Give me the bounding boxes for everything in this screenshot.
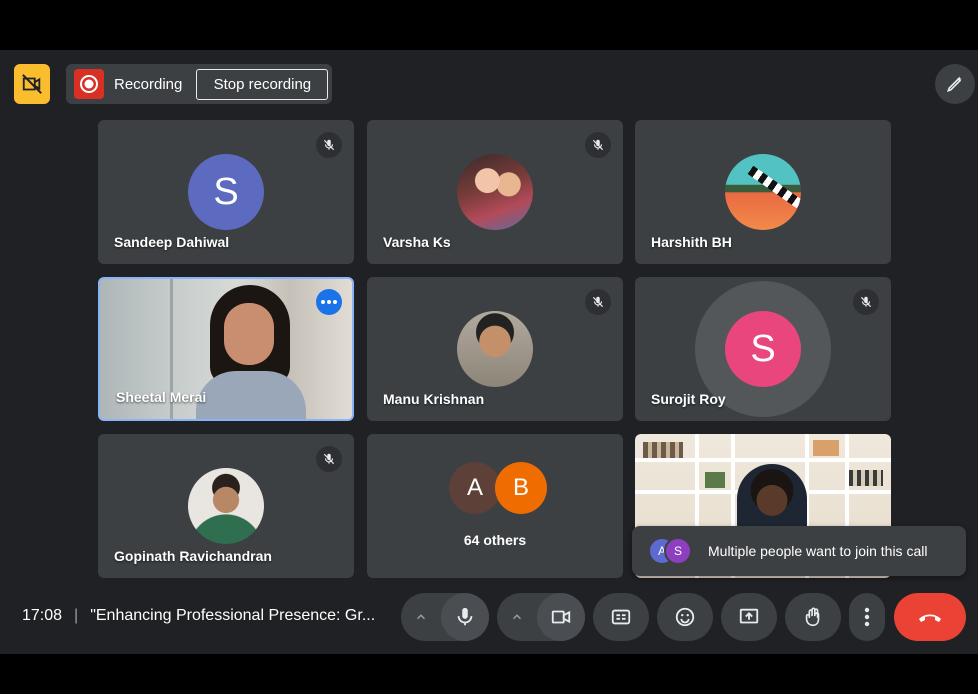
mic-off-icon <box>316 132 342 158</box>
participant-tile[interactable]: S Surojit Roy <box>635 277 891 421</box>
more-icon[interactable] <box>316 289 342 315</box>
participant-tile[interactable]: S Sandeep Dahiwal <box>98 120 354 264</box>
others-tile[interactable]: A B 64 others <box>367 434 623 578</box>
participant-tile-active[interactable]: Sheetal Merai <box>98 277 354 421</box>
reactions-button[interactable] <box>657 593 713 641</box>
edit-icon <box>945 74 965 94</box>
avatar <box>457 311 533 387</box>
participant-name: Harshith BH <box>651 234 732 250</box>
camera-off-badge[interactable] <box>14 64 50 104</box>
mic-off-icon <box>316 446 342 472</box>
raise-hand-button[interactable] <box>785 593 841 641</box>
more-vert-icon <box>864 607 870 627</box>
participant-name: Sheetal Merai <box>116 389 207 405</box>
participant-name: Sandeep Dahiwal <box>114 234 230 250</box>
camera-options-button[interactable] <box>497 593 537 641</box>
more-options-button[interactable] <box>849 593 885 641</box>
join-request-notification[interactable]: A S Multiple people want to join this ca… <box>632 526 966 576</box>
participant-tile[interactable]: Varsha Ks <box>367 120 623 264</box>
recording-label: Recording <box>114 75 183 93</box>
avatar <box>725 154 801 230</box>
others-avatars: A B <box>449 462 559 514</box>
camera-button[interactable] <box>537 593 585 641</box>
participant-name: Manu Krishnan <box>383 391 485 407</box>
mic-button[interactable] <box>441 593 489 641</box>
participant-name: Varsha Ks <box>383 234 451 250</box>
mic-off-icon <box>585 289 611 315</box>
mic-options-button[interactable] <box>401 593 441 641</box>
present-icon <box>738 606 760 628</box>
requester-avatars: A S <box>648 537 694 565</box>
participant-video <box>196 285 306 419</box>
meeting-info: 17:08 | "Enhancing Professional Presence… <box>22 607 375 625</box>
leave-call-button[interactable] <box>894 593 966 641</box>
camera-off-icon <box>21 73 43 95</box>
participant-video <box>737 464 807 534</box>
participant-tile[interactable]: Manu Krishnan <box>367 277 623 421</box>
participant-tile[interactable]: Gopinath Ravichandran <box>98 434 354 578</box>
captions-button[interactable] <box>593 593 649 641</box>
end-call-icon <box>917 610 943 624</box>
chevron-up-icon <box>510 610 524 624</box>
avatar <box>457 154 533 230</box>
present-button[interactable] <box>721 593 777 641</box>
camera-icon <box>550 606 572 628</box>
participant-name: Surojit Roy <box>651 391 726 407</box>
avatar: S <box>725 311 801 387</box>
participant-name: Gopinath Ravichandran <box>114 548 272 564</box>
camera-control <box>497 593 585 641</box>
mic-off-icon <box>853 289 879 315</box>
meeting-time: 17:08 <box>22 607 63 624</box>
emoji-icon <box>674 606 696 628</box>
meet-window: Recording Stop recording S Sandeep Dahiw… <box>0 50 978 654</box>
others-count: 64 others <box>463 532 527 548</box>
record-icon <box>74 69 104 99</box>
participant-tile[interactable]: Harshith BH <box>635 120 891 264</box>
meeting-title[interactable]: "Enhancing Professional Presence: Gr... <box>90 607 375 625</box>
avatar <box>188 468 264 544</box>
recording-bar: Recording Stop recording <box>66 64 332 104</box>
separator: | <box>74 607 79 624</box>
captions-icon <box>610 606 632 628</box>
avatar: B <box>495 462 547 514</box>
avatar: A <box>449 462 501 514</box>
avatar: S <box>188 154 264 230</box>
chevron-up-icon <box>414 610 428 624</box>
mic-icon <box>454 606 476 628</box>
raise-hand-icon <box>802 606 824 628</box>
join-request-message: Multiple people want to join this call <box>708 543 928 559</box>
mic-control <box>401 593 489 641</box>
edit-button[interactable] <box>935 64 975 104</box>
mic-off-icon <box>585 132 611 158</box>
stop-recording-button[interactable]: Stop recording <box>196 68 329 100</box>
avatar: S <box>664 537 692 565</box>
